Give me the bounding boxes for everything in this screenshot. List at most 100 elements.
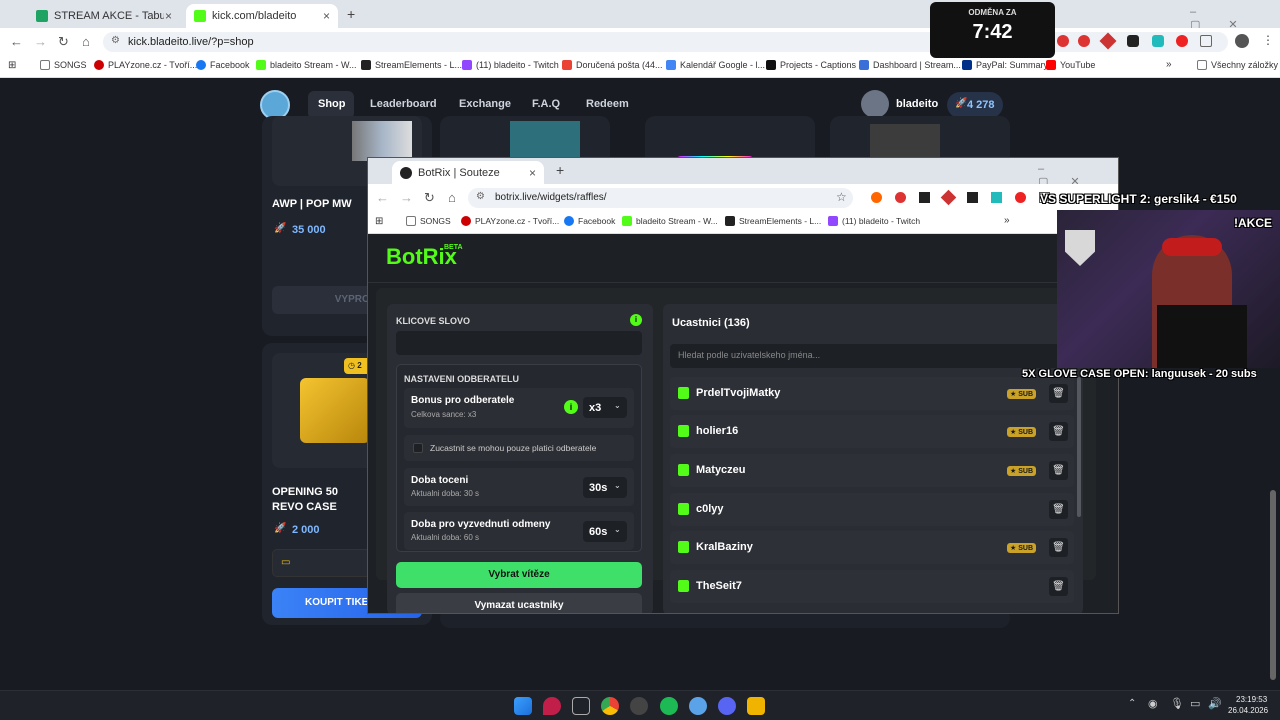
bookmark-item[interactable]: Dashboard | Stream... (859, 60, 961, 70)
extension-icon[interactable] (919, 192, 930, 203)
reload-icon[interactable]: ↻ (58, 34, 69, 50)
apps-icon[interactable]: ⊞ (8, 60, 16, 71)
bookmark-item[interactable]: PLAYzone.cz - Tvoří... (461, 216, 559, 226)
extension-icon[interactable] (895, 192, 906, 203)
bookmark-item[interactable]: SONGS (40, 60, 87, 70)
bookmark-item[interactable]: (11) bladeito - Twitch (828, 216, 920, 226)
delete-icon[interactable]: 🗑 (1049, 500, 1068, 519)
discord-icon[interactable] (718, 697, 736, 715)
apps-icon[interactable]: ⊞ (375, 216, 383, 227)
bookmark-item[interactable]: bladeito Stream - W... (622, 216, 718, 226)
home-icon[interactable]: ⌂ (82, 34, 90, 49)
info-icon[interactable]: i (630, 314, 642, 326)
nav-leaderboard[interactable]: Leaderboard (370, 98, 437, 110)
menu-icon[interactable]: ⋮ (1262, 33, 1274, 47)
forward-icon[interactable]: → (34, 34, 47, 49)
extension-icon[interactable] (1152, 35, 1164, 47)
bookmark-item[interactable]: StreamElements - L... (725, 216, 821, 226)
extension-icon[interactable] (1078, 35, 1090, 47)
extension-icon[interactable] (991, 192, 1002, 203)
new-tab-button[interactable]: + (556, 162, 564, 178)
forward-icon[interactable]: → (400, 190, 413, 205)
delete-icon[interactable]: 🗑 (1049, 461, 1068, 480)
pick-winner-button[interactable]: Vybrat vítěze (396, 562, 642, 588)
extension-icon[interactable] (871, 192, 882, 203)
tab-kick[interactable]: kick.com/bladeito × (186, 4, 338, 28)
app-icon[interactable] (747, 697, 765, 715)
site-info-icon[interactable]: ⚙ (111, 35, 120, 46)
bookmark-item[interactable]: Kalendář Google - l... (666, 60, 765, 70)
nav-faq[interactable]: F.A.Q (532, 98, 560, 110)
all-bookmarks[interactable]: Všechny záložky (1197, 60, 1278, 70)
app-icon[interactable] (543, 697, 561, 715)
network-icon[interactable]: ▭ (1190, 697, 1200, 710)
bookmark-item[interactable]: Projects - Captions (766, 60, 856, 70)
nav-exchange[interactable]: Exchange (459, 98, 511, 110)
extension-icon[interactable] (1176, 35, 1188, 47)
bookmark-item[interactable]: Facebook (564, 216, 615, 226)
back-icon[interactable]: ← (376, 190, 389, 205)
spotify-icon[interactable] (660, 697, 678, 715)
site-info-icon[interactable]: ⚙ (476, 191, 485, 202)
address-bar[interactable]: ⚙ botrix.live/widgets/raffles/ ☆ (468, 188, 853, 208)
bookmark-item[interactable]: StreamElements - L... (361, 60, 462, 70)
claim-time-select[interactable]: 60s ⌄ (583, 521, 627, 542)
bookmark-item[interactable]: YouTube (1046, 60, 1095, 70)
extension-icon[interactable] (1127, 35, 1139, 47)
paid-only-row[interactable]: Zucastnit se mohou pouze platici odberat… (404, 435, 634, 461)
page-scrollbar[interactable] (1270, 490, 1276, 680)
close-tab-icon[interactable]: × (529, 166, 536, 180)
delete-icon[interactable]: 🗑 (1049, 538, 1068, 557)
bookmark-item[interactable]: Facebook (196, 60, 250, 70)
spin-time-select[interactable]: 30s ⌄ (583, 477, 627, 498)
windows-start-icon[interactable] (514, 697, 532, 715)
extension-icon[interactable] (940, 189, 957, 206)
app-icon[interactable] (572, 697, 590, 715)
volume-icon[interactable]: 🔊 (1208, 697, 1222, 710)
bookmark-item[interactable]: (11) bladeito - Twitch (462, 60, 559, 70)
bookmark-item[interactable]: PLAYzone.cz - Tvoří... (94, 60, 197, 70)
close-tab-icon[interactable]: × (323, 9, 330, 23)
extension-icon[interactable] (967, 192, 978, 203)
chrome-icon[interactable] (601, 697, 619, 715)
paid-only-checkbox[interactable] (413, 443, 423, 453)
delete-icon[interactable]: 🗑 (1049, 384, 1068, 403)
bookmark-item[interactable]: Doručená pošta (44... (562, 60, 663, 70)
more-bookmarks-icon[interactable]: » (1004, 215, 1010, 226)
scrollbar[interactable] (1077, 377, 1081, 517)
participant-search-input[interactable]: Hledat podle uzivatelskeho jména... (670, 344, 1074, 368)
bookmark-item[interactable]: SONGS (406, 216, 451, 226)
extension-icon[interactable] (1015, 192, 1026, 203)
bookmark-item[interactable]: PayPal: Summary (962, 60, 1048, 70)
profile-avatar[interactable] (1235, 34, 1249, 48)
user-avatar[interactable] (861, 90, 889, 118)
app-icon[interactable] (689, 697, 707, 715)
more-bookmarks-icon[interactable]: » (1166, 59, 1172, 70)
clock-time[interactable]: 23:19:53 (1236, 695, 1267, 704)
extension-icon[interactable] (1057, 35, 1069, 47)
close-tab-icon[interactable]: × (165, 9, 172, 23)
keyword-input[interactable] (396, 331, 642, 355)
bonus-select[interactable]: x3 ⌄ (583, 397, 627, 418)
clear-participants-button[interactable]: Vymazat ucastniky (396, 593, 642, 613)
ticket-input[interactable]: ▭ (272, 549, 372, 577)
nav-shop[interactable]: Shop (318, 98, 346, 110)
tab-stream-akce[interactable]: STREAM AKCE - Tabulky Googl... × (28, 4, 180, 28)
extensions-puzzle-icon[interactable] (1200, 35, 1212, 47)
bookmark-star-icon[interactable]: ☆ (836, 190, 847, 204)
tab-botrix[interactable]: BotRix | Souteze × (392, 161, 544, 185)
clock-date[interactable]: 26.04.2026 (1228, 706, 1268, 715)
obs-icon[interactable] (630, 697, 648, 715)
nav-redeem[interactable]: Redeem (586, 98, 629, 110)
username[interactable]: bladeito (896, 98, 938, 110)
back-icon[interactable]: ← (10, 34, 23, 49)
bookmark-item[interactable]: bladeito Stream - W... (256, 60, 357, 70)
delete-icon[interactable]: 🗑 (1049, 577, 1068, 596)
new-tab-button[interactable]: + (347, 6, 355, 22)
steam-icon[interactable]: ◉ (1148, 697, 1158, 710)
home-icon[interactable]: ⌂ (448, 190, 456, 205)
delete-icon[interactable]: 🗑 (1049, 422, 1068, 441)
tray-expand-icon[interactable]: ⌃ (1128, 698, 1136, 709)
info-icon[interactable]: i (564, 400, 578, 414)
microphone-icon[interactable]: 🎙 (1170, 697, 1184, 710)
